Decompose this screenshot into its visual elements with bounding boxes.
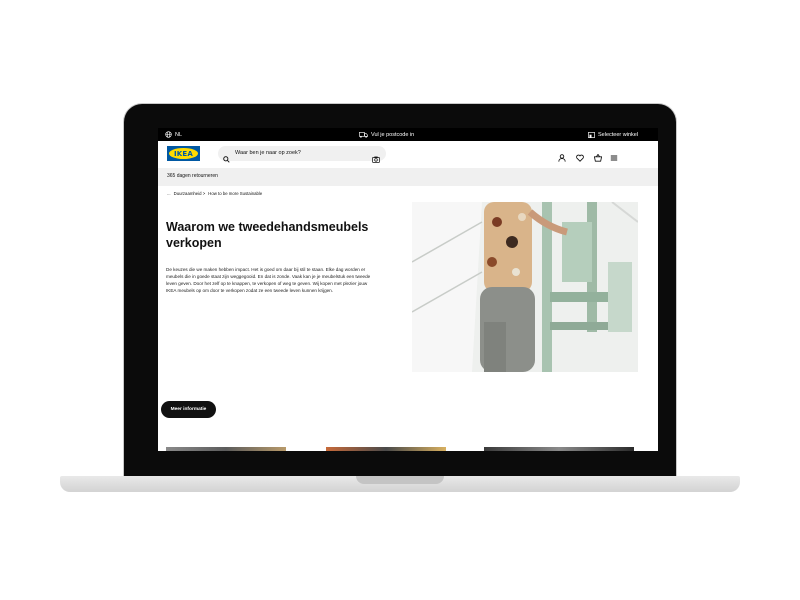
breadcrumb-item: How to be more Sustainable (208, 191, 263, 196)
heart-icon[interactable] (576, 149, 584, 167)
hero-image (412, 202, 638, 372)
logo-wordmark: IKEA (169, 148, 198, 159)
store-selector[interactable]: Selecteer winkel (588, 131, 639, 138)
ikea-logo[interactable]: IKEA (167, 146, 200, 161)
language-label: NL (175, 131, 183, 138)
breadcrumb-item[interactable]: Duurzaamheid > (174, 191, 206, 196)
card-thumbnail[interactable] (326, 447, 446, 451)
laptop-screen: NL Vul je postcode in Selecteer winkel I… (158, 128, 658, 451)
language-selector[interactable]: NL (165, 131, 182, 138)
search-icon (223, 150, 230, 168)
search-placeholder: Waar ben je naar op zoek? (235, 150, 301, 156)
returns-banner-text: 365 dagen retourneren (167, 173, 218, 179)
card-strip (158, 447, 658, 451)
store-label: Selecteer winkel (598, 131, 639, 138)
page-title: Waarom we tweedehandsmeubels verkopen (166, 220, 369, 250)
top-bar: NL Vul je postcode in Selecteer winkel (158, 128, 658, 141)
site-header: IKEA Waar ben je naar op zoek? (158, 141, 658, 167)
returns-banner[interactable]: 365 dagen retourneren (158, 168, 658, 186)
basket-icon[interactable] (593, 149, 603, 167)
card-thumbnail[interactable] (484, 447, 634, 451)
postcode-label: Vul je postcode in (371, 131, 415, 138)
store-icon (588, 131, 595, 138)
intro-paragraph: De keuzes die we maken hebben impact. He… (166, 267, 371, 293)
search-input[interactable]: Waar ben je naar op zoek? (218, 146, 386, 163)
camera-icon[interactable] (372, 150, 380, 168)
truck-icon (359, 131, 368, 138)
globe-icon (165, 131, 172, 138)
breadcrumb: ... Duurzaamheid > How to be more Sustai… (167, 191, 262, 196)
user-icon[interactable] (558, 149, 566, 167)
more-info-button[interactable]: Meer informatie (161, 401, 216, 418)
breadcrumb-ellipsis[interactable]: ... (167, 191, 171, 196)
laptop-notch (356, 476, 444, 484)
postcode-link[interactable]: Vul je postcode in (359, 132, 414, 138)
menu-icon[interactable] (610, 149, 618, 167)
card-thumbnail[interactable] (166, 447, 286, 451)
